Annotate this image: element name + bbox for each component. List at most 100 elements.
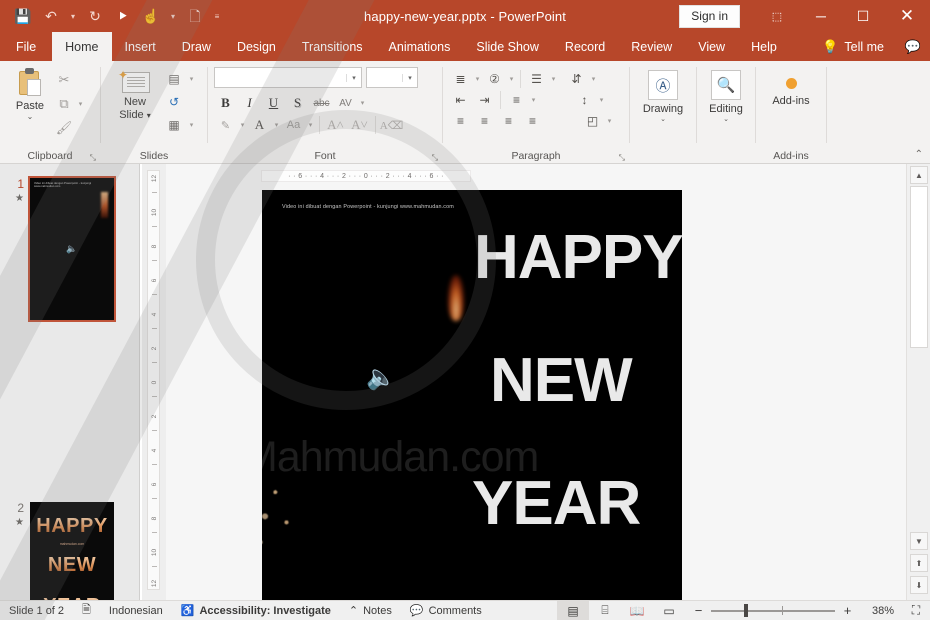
touch-mode-icon[interactable]: ☝ — [138, 3, 164, 29]
save-icon[interactable]: 💾 — [10, 3, 36, 29]
bold-button[interactable]: B — [214, 92, 237, 114]
smartart-dropdown-icon[interactable]: ▾ — [605, 117, 614, 125]
highlight-dropdown-icon[interactable]: ▾ — [238, 121, 247, 129]
undo-icon[interactable]: ↶ — [38, 3, 64, 29]
tab-home[interactable]: Home — [52, 32, 111, 61]
clear-formatting-icon[interactable]: A⌫ — [380, 114, 403, 136]
character-spacing-icon[interactable]: AV — [334, 92, 357, 114]
view-normal-button[interactable]: ▤ — [557, 601, 589, 620]
language-status[interactable]: Indonesian — [100, 601, 172, 620]
zoom-percentage[interactable]: 38% — [860, 605, 894, 617]
scroll-down-button[interactable]: ▼ — [910, 532, 928, 550]
tell-me-search[interactable]: 💡 Tell me — [816, 39, 896, 55]
decrease-font-size-icon[interactable]: A˅ — [348, 114, 371, 136]
section-icon[interactable]: ▦ — [163, 115, 185, 135]
next-slide-button[interactable]: ⬇ — [910, 576, 928, 594]
font-size-dropdown-icon[interactable]: ▾ — [402, 74, 417, 82]
slide-word-happy[interactable]: HAPPY — [474, 222, 682, 293]
tab-insert[interactable]: Insert — [112, 32, 169, 61]
font-name-dropdown-icon[interactable]: ▾ — [346, 74, 361, 82]
line-spacing-icon[interactable]: ≡ — [505, 89, 528, 110]
slide-thumbnail-1[interactable]: 1 ★ Video ini dibuat dengan Powerpoint -… — [6, 178, 114, 320]
copy-icon[interactable]: ⧉ — [54, 94, 74, 114]
audio-speaker-icon[interactable]: 🔈 — [366, 363, 396, 392]
slide-editor[interactable]: Video ini dibuat dengan Powerpoint - kun… — [262, 190, 682, 600]
vertical-scrollbar[interactable]: ▲ ▼ ⬆ ⬇ — [906, 164, 930, 600]
fit-slide-to-window-icon[interactable]: ⛶ — [902, 603, 930, 618]
cut-icon[interactable]: ✂ — [54, 70, 74, 90]
numbering-icon[interactable]: ② — [483, 68, 506, 89]
sign-in-button[interactable]: Sign in — [679, 5, 740, 28]
layout-dropdown-icon[interactable]: ▾ — [187, 75, 196, 83]
character-spacing-dropdown-icon[interactable]: ▾ — [358, 99, 367, 107]
decrease-indent-icon[interactable]: ⇤ — [449, 89, 472, 110]
view-reading-button[interactable]: 📖 — [621, 601, 653, 620]
tab-animations[interactable]: Animations — [376, 32, 464, 61]
align-left-icon[interactable]: ≡ — [449, 110, 472, 131]
redo-icon[interactable]: ↻ — [82, 3, 108, 29]
font-color-icon[interactable]: A — [248, 114, 271, 136]
convert-to-smartart-icon[interactable]: ◰ — [581, 110, 604, 131]
maximize-button[interactable]: ☐ — [842, 0, 884, 32]
tab-design[interactable]: Design — [224, 32, 289, 61]
addins-button[interactable]: Add-ins — [762, 66, 820, 107]
font-color-dropdown-icon[interactable]: ▾ — [272, 121, 281, 129]
editing-dropdown-icon[interactable]: ⌄ — [723, 115, 729, 124]
font-dialog-launcher[interactable]: ⤡ — [432, 153, 438, 163]
underline-button[interactable]: U — [262, 92, 285, 114]
slide-word-new[interactable]: NEW — [490, 345, 632, 416]
ribbon-display-options-icon[interactable]: ⬚ — [754, 0, 800, 32]
format-painter-icon[interactable]: 🖌 — [54, 118, 74, 138]
tab-help[interactable]: Help — [738, 32, 790, 61]
zoom-in-button[interactable]: + — [842, 603, 853, 618]
tab-review[interactable]: Review — [618, 32, 685, 61]
tab-view[interactable]: View — [685, 32, 738, 61]
new-slide-button[interactable]: ✦ New Slide ▾ — [107, 66, 163, 122]
zoom-slider[interactable] — [711, 605, 835, 617]
clipboard-dialog-launcher[interactable]: ⤡ — [90, 153, 96, 163]
scroll-up-button[interactable]: ▲ — [910, 166, 928, 184]
view-slide-sorter-button[interactable]: ⌸ — [589, 601, 621, 620]
minimize-button[interactable]: ─ — [800, 0, 842, 32]
text-direction-icon[interactable]: ⇵ — [565, 68, 588, 89]
touch-mode-dropdown-icon[interactable]: ▾ — [166, 3, 180, 29]
editing-button[interactable]: 🔍 Editing ⌄ — [703, 66, 749, 124]
list-level-icon[interactable]: ☰ — [525, 68, 548, 89]
text-direction-dropdown-icon[interactable]: ▾ — [589, 75, 598, 83]
scrollbar-thumb[interactable] — [910, 186, 928, 348]
slide-counter[interactable]: Slide 1 of 2 — [0, 601, 73, 620]
notes-button[interactable]: ⌃ Notes — [340, 601, 401, 620]
slide-layout-icon[interactable]: ▤ — [163, 69, 185, 89]
reset-slide-icon[interactable]: ↺ — [163, 92, 185, 112]
align-text-dropdown-icon[interactable]: ▾ — [597, 96, 606, 104]
font-name-combobox[interactable]: ▾ — [214, 67, 362, 88]
tab-record[interactable]: Record — [552, 32, 618, 61]
collapse-ribbon-icon[interactable]: ⌃ — [915, 149, 923, 160]
tab-transitions[interactable]: Transitions — [289, 32, 376, 61]
tab-slide-show[interactable]: Slide Show — [463, 32, 552, 61]
tab-file[interactable]: File — [0, 32, 52, 61]
customize-qat-icon[interactable]: ≡ — [210, 3, 224, 29]
bullets-icon[interactable]: ≣ — [449, 68, 472, 89]
list-level-dropdown-icon[interactable]: ▾ — [549, 75, 558, 83]
italic-button[interactable]: I — [238, 92, 261, 114]
start-presentation-icon[interactable]: ⯈ — [110, 3, 136, 29]
drawing-dropdown-icon[interactable]: ⌄ — [660, 115, 666, 124]
new-file-icon[interactable]: 🗋 — [182, 3, 208, 29]
increase-indent-icon[interactable]: ⇥ — [473, 89, 496, 110]
previous-slide-button[interactable]: ⬆ — [910, 554, 928, 572]
zoom-out-button[interactable]: − — [693, 603, 704, 618]
paragraph-dialog-launcher[interactable]: ⤡ — [619, 153, 625, 163]
copy-dropdown-icon[interactable]: ▾ — [76, 100, 85, 108]
paste-dropdown-icon[interactable]: ⌄ — [27, 112, 34, 122]
numbering-dropdown-icon[interactable]: ▾ — [507, 75, 516, 83]
strikethrough-button[interactable]: abc — [310, 92, 333, 114]
line-spacing-dropdown-icon[interactable]: ▾ — [529, 96, 538, 104]
notes-page-icon[interactable]: 🗎 — [73, 601, 100, 620]
undo-dropdown-icon[interactable]: ▾ — [66, 3, 80, 29]
new-slide-dropdown-icon[interactable]: ▾ — [147, 111, 151, 120]
slide-caption-text[interactable]: Video ini dibuat dengan Powerpoint - kun… — [282, 204, 454, 210]
justify-icon[interactable]: ≡ — [521, 110, 544, 131]
increase-font-size-icon[interactable]: A˄ — [324, 114, 347, 136]
align-text-icon[interactable]: ↕ — [573, 89, 596, 110]
